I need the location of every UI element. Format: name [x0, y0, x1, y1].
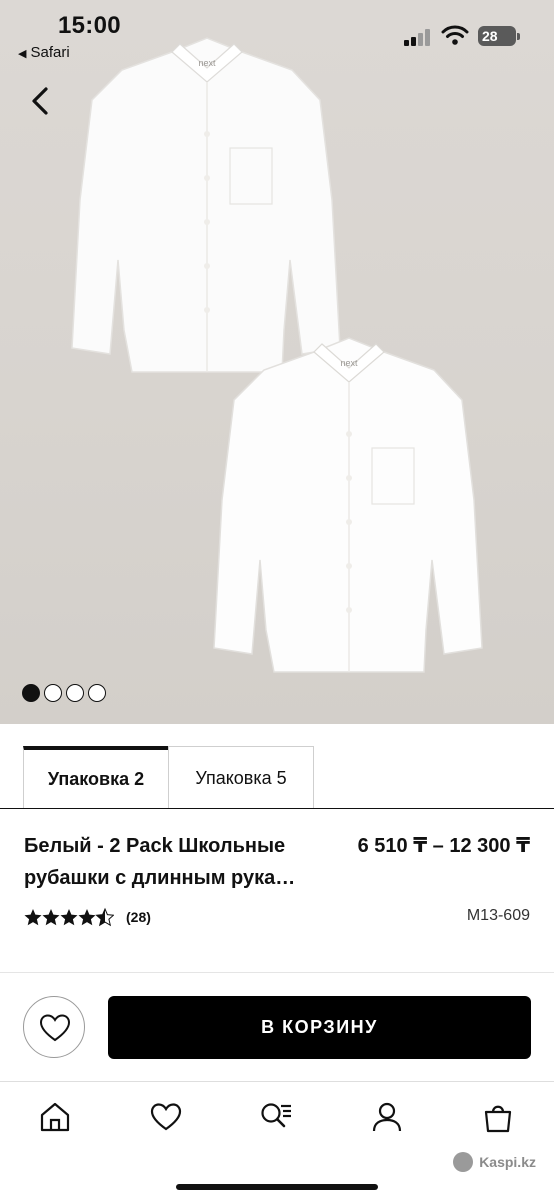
wifi-icon — [441, 25, 469, 45]
rating-stars-icon — [24, 908, 114, 926]
cellular-signal-icon — [404, 28, 434, 46]
back-to-safari[interactable]: ◀ Safari — [18, 44, 70, 61]
pagination-dot-active[interactable] — [22, 684, 40, 702]
watermark-text: Kaspi.kz — [479, 1154, 536, 1170]
product-sku: M13-609 — [466, 907, 530, 924]
tab-pack-5[interactable]: Упаковка 5 — [168, 746, 314, 808]
product-image-shirt-back: next — [71, 37, 341, 373]
pack-tabs: Упаковка 2 Упаковка 5 — [0, 746, 554, 810]
favorites-heart-icon[interactable] — [149, 1100, 183, 1134]
pagination-dot[interactable] — [88, 684, 106, 702]
product-title[interactable]: Белый - 2 Pack Школьные рубашки с длинны… — [24, 830, 334, 894]
heart-icon — [39, 1014, 71, 1042]
pagination-dot[interactable] — [66, 684, 84, 702]
shopping-bag-icon[interactable] — [481, 1100, 515, 1134]
kaspi-logo-icon — [453, 1152, 474, 1172]
status-time: 15:00 — [58, 12, 121, 39]
kaspi-watermark: Kaspi.kz — [453, 1152, 536, 1172]
section-divider — [0, 972, 554, 973]
gallery-pagination — [22, 684, 110, 704]
brand-label: next — [340, 358, 358, 368]
product-rating[interactable]: (28) — [24, 906, 151, 928]
product-image-gallery[interactable]: next next 15:00 ◀ Safari 28 — [0, 0, 554, 724]
tab-pack-2[interactable]: Упаковка 2 — [23, 746, 169, 808]
back-triangle-icon: ◀ — [18, 48, 27, 60]
profile-icon[interactable] — [370, 1100, 404, 1134]
back-chevron-icon[interactable] — [24, 84, 58, 118]
tabs-underline — [0, 808, 554, 809]
battery-indicator: 28 — [478, 26, 520, 46]
product-image-shirt-front: next — [213, 337, 483, 673]
home-indicator — [176, 1184, 378, 1190]
add-to-favorites-button[interactable] — [23, 996, 85, 1058]
add-to-cart-button[interactable]: В КОРЗИНУ — [108, 996, 531, 1059]
status-bar: 15:00 ◀ Safari 28 — [0, 0, 554, 70]
reviews-count[interactable]: (28) — [126, 909, 151, 925]
back-app-label: Safari — [30, 44, 70, 61]
bottom-navigation — [0, 1082, 554, 1200]
pagination-dot[interactable] — [44, 684, 62, 702]
home-icon[interactable] — [38, 1100, 72, 1134]
product-price: 6 510 ₸ – 12 300 ₸ — [357, 835, 530, 857]
catalog-search-icon[interactable] — [259, 1100, 293, 1134]
